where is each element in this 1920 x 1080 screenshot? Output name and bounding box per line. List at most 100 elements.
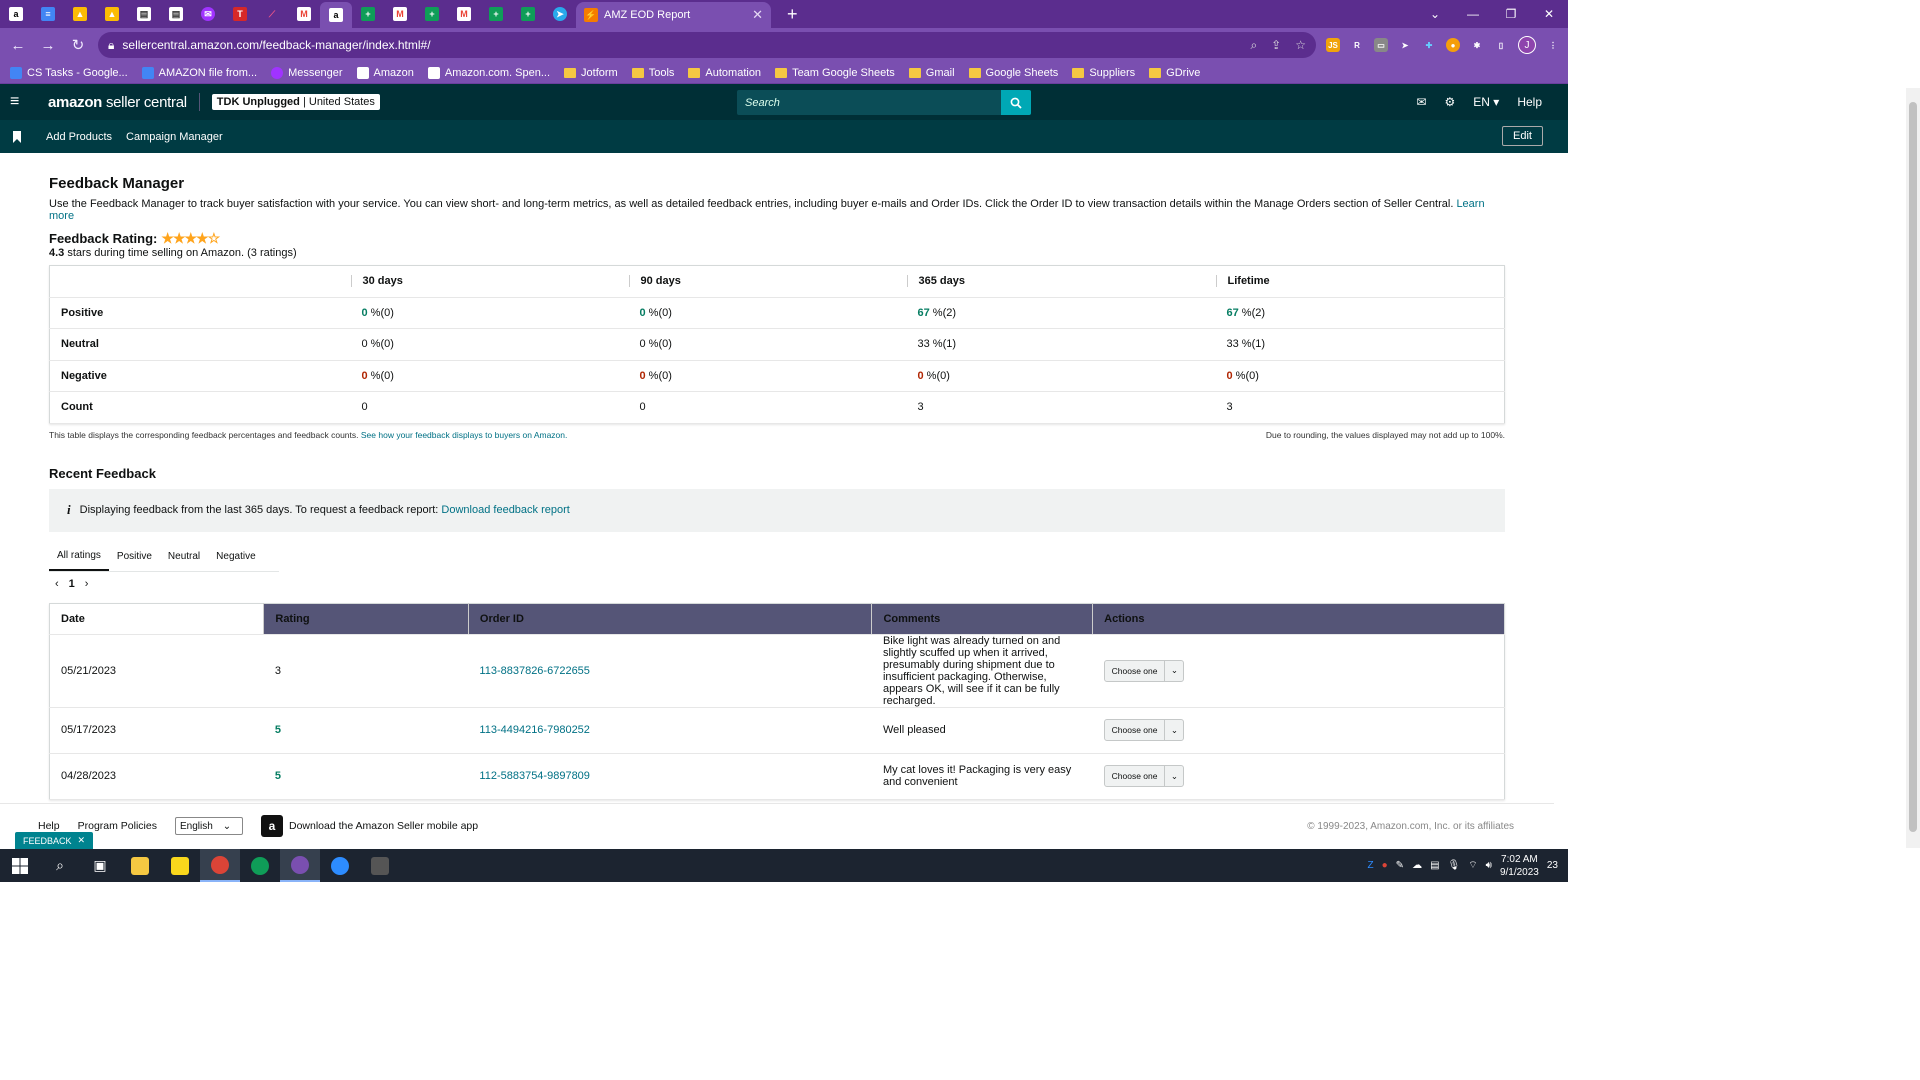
bookmark-item[interactable]: Messenger [271, 66, 343, 79]
action-dropdown[interactable]: Choose one ⌄ [1103, 719, 1185, 741]
zoom-icon[interactable]: ⌕ [1250, 38, 1257, 53]
page-scrollbar[interactable] [1906, 88, 1920, 848]
tab-drive[interactable]: ▲ [64, 0, 96, 28]
language-select[interactable]: English ⌄ [174, 817, 243, 835]
tab-sheets-4[interactable]: + [512, 0, 544, 28]
tab-ext-2[interactable]: ▤ [160, 0, 192, 28]
tab-gmail-3[interactable]: M [448, 0, 480, 28]
order-id-link[interactable]: 113-8837826-6722655 [468, 634, 872, 708]
bookmark-star-icon[interactable]: ☆ [1295, 38, 1306, 53]
seller-central-logo[interactable]: amazon seller central [48, 94, 187, 111]
download-report-link[interactable]: Download feedback report [441, 504, 569, 516]
tab-negative[interactable]: Negative [208, 541, 263, 571]
search-input[interactable]: Search [737, 90, 1001, 115]
reload-icon[interactable]: ↻ [68, 36, 88, 54]
close-window-button[interactable]: ✕ [1530, 7, 1568, 21]
tray-cloud-icon[interactable]: ☁ [1412, 860, 1422, 871]
notification-icon[interactable]: 23 [1547, 860, 1558, 871]
bookmark-item[interactable]: Amazon [356, 66, 414, 79]
tray-wifi-icon[interactable]: ⌔ [1468, 859, 1477, 872]
calculator-icon[interactable] [360, 849, 400, 882]
order-id-link[interactable]: 113-4494216-7980252 [468, 707, 872, 754]
plus-extension-icon[interactable]: ✚ [1422, 38, 1436, 52]
back-icon[interactable]: ← [8, 37, 28, 54]
tab-misc[interactable]: T [224, 0, 256, 28]
tab-drive-2[interactable]: ▲ [96, 0, 128, 28]
language-menu[interactable]: EN ▾ [1473, 95, 1499, 109]
tab-amz-eod-report[interactable]: ⚡ AMZ EOD Report ✕ [576, 2, 771, 28]
task-view-icon[interactable]: ▣ [80, 849, 120, 882]
feedback-display-link[interactable]: See how your feedback displays to buyers… [361, 430, 567, 440]
minimize-button[interactable]: — [1454, 7, 1492, 21]
sticky-notes-icon[interactable] [160, 849, 200, 882]
bookmark-folder[interactable]: Automation [688, 67, 761, 79]
bookmark-folder[interactable]: Jotform [564, 67, 618, 79]
tab-messenger[interactable]: ✉ [192, 0, 224, 28]
chrome-icon[interactable] [280, 849, 320, 882]
shortcut-add-products[interactable]: Add Products [46, 131, 112, 143]
tab-amazon-active[interactable]: a [320, 2, 352, 28]
tab-all-ratings[interactable]: All ratings [49, 541, 109, 571]
tray-display-icon[interactable]: ▤ [1430, 860, 1439, 871]
bookmark-icon[interactable] [12, 130, 22, 143]
url-bar[interactable]: 🔒︎ sellercentral.amazon.com/feedback-man… [98, 32, 1316, 58]
program-policies-link[interactable]: Program Policies [78, 820, 157, 832]
share-icon[interactable]: ⇪ [1271, 38, 1281, 53]
tab-neutral[interactable]: Neutral [160, 541, 208, 571]
tray-zoom-icon[interactable]: Z [1368, 860, 1374, 871]
tab-search-icon[interactable]: ⌄ [1416, 7, 1454, 21]
footer-help-link[interactable]: Help [38, 820, 60, 832]
tray-chrome-icon[interactable]: ● [1382, 860, 1388, 871]
js-extension-icon[interactable]: JS [1326, 38, 1340, 52]
tab-telegram[interactable]: ➤ [544, 0, 576, 28]
bookmark-item[interactable]: Amazon.com. Spen... [427, 66, 550, 79]
side-panel-icon[interactable]: ▯ [1494, 38, 1508, 52]
forward-icon[interactable]: → [38, 37, 58, 54]
scroll-thumb[interactable] [1909, 102, 1917, 832]
restore-button[interactable]: ❐ [1492, 7, 1530, 21]
action-dropdown[interactable]: Choose one ⌄ [1103, 659, 1185, 682]
edit-shortcuts-button[interactable]: Edit [1502, 126, 1543, 146]
clock[interactable]: 7:02 AM 9/1/2023 [1500, 853, 1539, 879]
current-page[interactable]: 1 [69, 578, 75, 590]
bookmark-item[interactable]: AMAZON file from... [141, 66, 257, 79]
tab-sheets[interactable]: + [352, 0, 384, 28]
search-button[interactable] [1001, 90, 1031, 115]
tab-gmail[interactable]: M [288, 0, 320, 28]
tab-sheets-3[interactable]: + [480, 0, 512, 28]
tab-misc-2[interactable]: ⟋ [256, 0, 288, 28]
bookmark-folder[interactable]: GDrive [1149, 67, 1200, 79]
cursor-extension-icon[interactable]: ➤ [1398, 38, 1412, 52]
bookmark-item[interactable]: CS Tasks - Google... [10, 66, 128, 79]
help-link[interactable]: Help [1517, 95, 1542, 109]
r-extension-icon[interactable]: R [1350, 38, 1364, 52]
menu-kebab-icon[interactable]: ⋮ [1546, 38, 1560, 52]
mail-icon[interactable]: ✉ [1416, 95, 1426, 109]
close-icon[interactable]: ✕ [78, 835, 86, 846]
bookmark-folder[interactable]: Gmail [908, 67, 955, 79]
new-tab-button[interactable]: + [787, 4, 798, 25]
tab-amazon[interactable]: a [0, 0, 32, 28]
next-page-icon[interactable]: › [85, 578, 89, 590]
feedback-button[interactable]: FEEDBACK ✕ [15, 832, 94, 849]
prev-page-icon[interactable]: ‹ [55, 578, 59, 590]
gear-icon[interactable]: ⚙ [1445, 95, 1456, 109]
tray-mic-icon[interactable]: 🎙︎ [1448, 860, 1461, 871]
tab-gmail-2[interactable]: M [384, 0, 416, 28]
bookmark-folder[interactable]: Team Google Sheets [775, 67, 895, 79]
bookmark-folder[interactable]: Tools [631, 67, 674, 79]
chrome-icon[interactable] [240, 849, 280, 882]
account-switcher[interactable]: TDK Unplugged | United States [211, 94, 380, 110]
tray-volume-icon[interactable]: 🔊︎ [1486, 860, 1492, 871]
shortcut-campaign-manager[interactable]: Campaign Manager [126, 131, 223, 143]
hamburger-menu-icon[interactable]: ≡ [10, 93, 32, 111]
close-tab-icon[interactable]: ✕ [752, 7, 763, 23]
off-extension-icon[interactable]: ▭ [1374, 38, 1388, 52]
puzzle-icon[interactable]: ✱ [1470, 38, 1484, 52]
bookmark-folder[interactable]: Suppliers [1072, 67, 1135, 79]
url-text[interactable]: sellercentral.amazon.com/feedback-manage… [122, 38, 1242, 52]
chrome-icon[interactable] [200, 849, 240, 882]
file-explorer-icon[interactable] [120, 849, 160, 882]
mobile-app-link[interactable]: a Download the Amazon Seller mobile app [260, 815, 478, 837]
profile-avatar[interactable]: J [1518, 36, 1536, 54]
